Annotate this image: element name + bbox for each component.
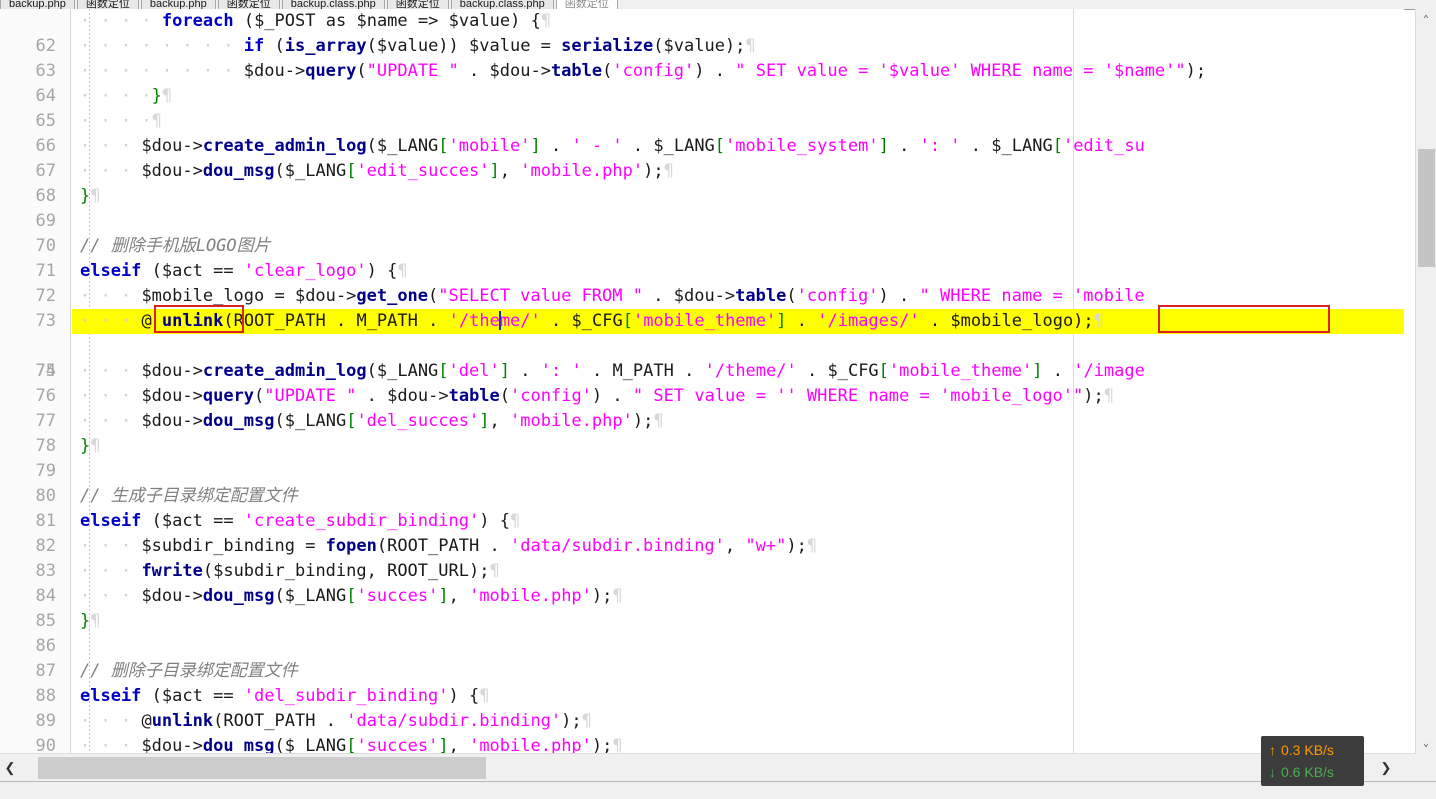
code-line-81[interactable]: 81 // 生成子目录绑定配置文件 [0,484,1404,509]
code-line-86[interactable]: 86 }¶ [0,609,1404,634]
line-content: · · · $dou->create_admin_log($_LANG['del… [80,359,1145,384]
line-content: · · · $dou->dou_msg($_LANG['succes'], 'm… [80,734,623,753]
line-content: elseif ($act == 'del_subdir_binding') {¶ [80,684,490,709]
code-line-64[interactable]: 64 · · · · · · · · $dou->query("UPDATE "… [0,59,1404,84]
code-line-76[interactable]: 76 · · · $dou->create_admin_log($_LANG['… [0,359,1404,384]
tab-label: backup.php [150,0,207,9]
code-line-85[interactable]: 85 · · · $dou->dou_msg($_LANG['succes'],… [0,584,1404,609]
tab-function-locator-1[interactable]: 函数定位 [77,0,139,9]
tab-label: backup.class.php [460,0,545,9]
line-content: · · · ·¶ [80,109,162,134]
tab-function-locator-3[interactable]: 函数定位 [387,0,449,9]
code-line-68[interactable]: 68 · · · $dou->dou_msg($_LANG['edit_succ… [0,159,1404,184]
line-content: }¶ [80,609,101,634]
code-line-72[interactable]: 72 elseif ($act == 'clear_logo') {¶ [0,259,1404,284]
code-line-91[interactable]: 91 · · · $dou->dou_msg($_LANG['succes'],… [0,734,1404,753]
code-line-77[interactable]: 77 · · · $dou->query("UPDATE " . $dou->t… [0,384,1404,409]
line-content: · · · @ unlink(ROOT_PATH . M_PATH . '/th… [80,309,1104,334]
code-lines[interactable]: 62 · · · · foreach ($_POST as $name => $… [0,9,1404,753]
download-speed-row: ↓ 0.6 KB/s [1269,761,1356,783]
upload-speed-value: 0.3 KB/s [1281,739,1334,761]
vertical-scrollbar[interactable]: ⌃ ⌄ [1415,9,1436,753]
code-line-82[interactable]: 82 elseif ($act == 'create_subdir_bindin… [0,509,1404,534]
line-content: · · · · · · · · $dou->query("UPDATE " . … [80,59,1206,84]
line-content: · · · @unlink(ROOT_PATH . 'data/subdir.b… [80,709,592,734]
tab-label: backup.class.php [291,0,376,9]
line-content: · · · fwrite($subdir_binding, ROOT_URL);… [80,559,500,584]
code-line-88[interactable]: 88 // 删除子目录绑定配置文件 [0,659,1404,684]
tab-backup-class-php-1[interactable]: backup.class.php [282,0,385,9]
code-line-63[interactable]: 63 · · · · · · · · if (is_array($value))… [0,34,1404,59]
code-line-75[interactable]: 75 [0,334,1404,359]
code-editor-area[interactable]: 62 · · · · foreach ($_POST as $name => $… [0,9,1404,753]
line-content: // 生成子目录绑定配置文件 [80,484,298,509]
scroll-left-icon[interactable]: ❮ [0,754,20,782]
code-line-66[interactable]: 66 · · · ·¶ [0,109,1404,134]
code-line-80[interactable]: 80 [0,459,1404,484]
code-editor-window: backup.php 函数定位 backup.php 函数定位 backup.c… [0,0,1436,798]
status-bar [0,781,1436,799]
code-line-74[interactable]: 74 · · · @ unlink(ROOT_PATH . M_PATH . '… [0,309,1404,334]
line-content: · · · · · · · · if (is_array($value)) $v… [80,34,756,59]
tab-label: 函数定位 [565,0,609,9]
upload-speed-row: ↑ 0.3 KB/s [1269,739,1356,761]
tab-label: backup.php [9,0,66,9]
scrollbar-corner [1416,753,1436,781]
code-line-83[interactable]: 83 · · · $subdir_binding = fopen(ROOT_PA… [0,534,1404,559]
line-content: // 删除手机版LOGO图片 [80,234,271,259]
horizontal-scrollbar[interactable]: ❮ ❯ [0,753,1416,782]
tab-label: 函数定位 [86,0,130,9]
line-content: · · · $dou->dou_msg($_LANG['succes'], 'm… [80,584,623,609]
code-line-69[interactable]: 69 }¶ [0,184,1404,209]
line-content: · · · $dou->create_admin_log($_LANG['mob… [80,134,1145,159]
vertical-scrollbar-thumb[interactable] [1418,149,1435,267]
code-line-79[interactable]: 79 }¶ [0,434,1404,459]
tab-label: 函数定位 [227,0,271,9]
line-content: // 删除子目录绑定配置文件 [80,659,298,684]
code-line-90[interactable]: 90 · · · @unlink(ROOT_PATH . 'data/subdi… [0,709,1404,734]
line-content: elseif ($act == 'create_subdir_binding')… [80,509,520,534]
tab-backup-class-php-2[interactable]: backup.class.php [451,0,554,9]
scroll-right-icon[interactable]: ❯ [1376,754,1396,782]
code-line-71[interactable]: 71 // 删除手机版LOGO图片 [0,234,1404,259]
code-line-67[interactable]: 67 · · · $dou->create_admin_log($_LANG['… [0,134,1404,159]
download-speed-value: 0.6 KB/s [1281,761,1334,783]
line-content: elseif ($act == 'clear_logo') {¶ [80,259,408,284]
horizontal-scrollbar-thumb[interactable] [38,757,486,779]
tab-backup-php-2[interactable]: backup.php [141,0,216,9]
code-line-73[interactable]: 73 · · · $mobile_logo = $dou->get_one("S… [0,284,1404,309]
network-speed-widget[interactable]: ↑ 0.3 KB/s ↓ 0.6 KB/s [1261,736,1364,786]
tab-function-locator-2[interactable]: 函数定位 [218,0,280,9]
line-content: }¶ [80,184,101,209]
download-arrow-icon: ↓ [1269,761,1276,783]
line-content: · · · $subdir_binding = fopen(ROOT_PATH … [80,534,817,559]
code-line-70[interactable]: 70 [0,209,1404,234]
code-line-65[interactable]: 65 · · · ·}¶ [0,84,1404,109]
code-line-84[interactable]: 84 · · · fwrite($subdir_binding, ROOT_UR… [0,559,1404,584]
line-content: }¶ [80,434,101,459]
tab-label: 函数定位 [396,0,440,9]
code-line-89[interactable]: 89 elseif ($act == 'del_subdir_binding')… [0,684,1404,709]
tab-backup-php-1[interactable]: backup.php [0,0,75,9]
line-content: · · · ·}¶ [80,84,172,109]
line-content: · · · $dou->dou_msg($_LANG['edit_succes'… [80,159,674,184]
code-line-87[interactable]: 87 [0,634,1404,659]
upload-arrow-icon: ↑ [1269,739,1276,761]
code-line-78[interactable]: 78 · · · $dou->dou_msg($_LANG['del_succe… [0,409,1404,434]
scroll-down-icon[interactable]: ⌄ [1416,733,1436,753]
scroll-up-icon[interactable]: ⌃ [1416,9,1436,29]
line-content: · · · $dou->dou_msg($_LANG['del_succes']… [80,409,664,434]
tab-function-locator-4[interactable]: 函数定位 [556,0,618,9]
line-content: · · · $dou->query("UPDATE " . $dou->tabl… [80,384,1114,409]
line-content: · · · · foreach ($_POST as $name => $val… [80,9,551,34]
line-content: · · · $mobile_logo = $dou->get_one("SELE… [80,284,1145,309]
code-line-62[interactable]: 62 · · · · foreach ($_POST as $name => $… [0,9,1404,34]
